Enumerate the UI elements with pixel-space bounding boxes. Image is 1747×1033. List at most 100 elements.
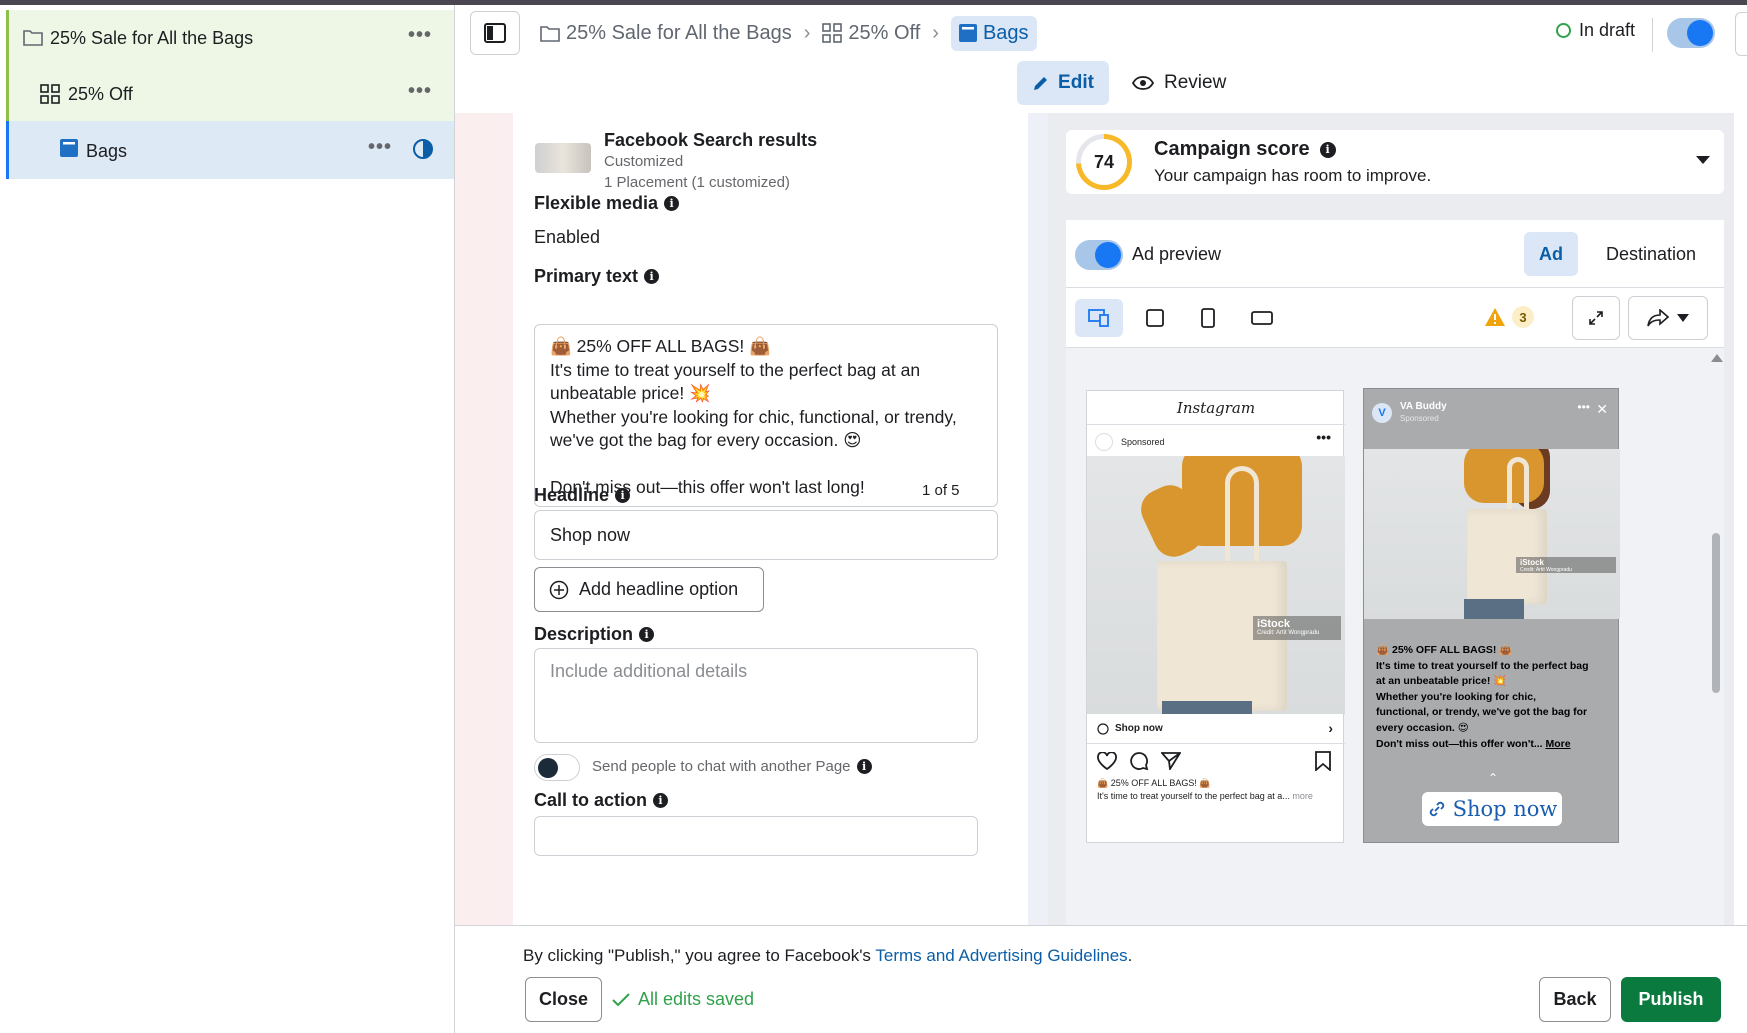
avatar	[1095, 433, 1113, 451]
sponsored-label: Sponsored	[1400, 414, 1439, 423]
chevron-down-icon[interactable]	[1696, 156, 1710, 164]
tab-review[interactable]: Review	[1132, 61, 1226, 105]
campaign-tree: 25% Sale for All the Bags ••• 25% Off ••…	[0, 5, 455, 1033]
tree-item-label: Bags	[86, 141, 128, 161]
ad-icon	[60, 139, 78, 157]
landscape-format-button[interactable]	[1238, 299, 1286, 337]
headline-label: Headline i	[534, 485, 631, 506]
messenger-icon	[1097, 722, 1109, 735]
story-shop-now-button[interactable]: Shop now	[1422, 792, 1562, 826]
warning-count: 3	[1512, 306, 1534, 328]
close-icon[interactable]: ✕	[1596, 401, 1608, 418]
info-icon[interactable]: i	[639, 627, 655, 642]
grid-icon	[822, 23, 843, 43]
breadcrumb-campaign[interactable]: 25% Sale for All the Bags	[540, 22, 792, 45]
send-icon[interactable]	[1161, 751, 1181, 771]
expand-button[interactable]	[1572, 296, 1620, 340]
close-button[interactable]: Close	[525, 977, 602, 1022]
tab-edit[interactable]: Edit	[1017, 61, 1109, 105]
sponsored-row: Sponsored	[1095, 433, 1165, 451]
ig-caption-title: 👜 25% OFF ALL BAGS! 👜	[1097, 778, 1211, 788]
tree-item-label: 25% Off	[68, 84, 133, 104]
score-title: Campaign score i	[1154, 138, 1336, 161]
page-name: VA Buddy	[1400, 401, 1447, 412]
footer-bar: By clicking "Publish," you agree to Face…	[455, 925, 1747, 1033]
preview-scrollbar[interactable]	[1708, 348, 1724, 925]
chevron-right-icon: ›	[803, 21, 811, 44]
flexible-media-label: Flexible media i	[534, 193, 680, 214]
terms-link[interactable]: Terms and Advertising Guidelines	[875, 946, 1127, 965]
sidebar-panel-icon	[484, 23, 506, 43]
ig-caption-body: It's time to treat yourself to the perfe…	[1097, 791, 1313, 801]
expand-icon	[1588, 310, 1604, 326]
campaign-score-card[interactable]: 74 Campaign score i Your campaign has roo…	[1066, 130, 1724, 194]
headline-input[interactable]: Shop now	[534, 510, 998, 560]
description-label: Description i	[534, 624, 655, 645]
plus-circle-icon	[549, 580, 569, 600]
story-preview[interactable]: V VA Buddy Sponsored ••• ✕ iStock Credit:…	[1363, 388, 1620, 843]
placement-count: 1 Placement (1 customized)	[604, 174, 790, 191]
draft-status: In draft	[1556, 20, 1635, 41]
more-options-icon[interactable]: •••	[1577, 400, 1590, 414]
add-headline-button[interactable]: Add headline option	[534, 567, 764, 612]
square-format-button[interactable]	[1131, 299, 1179, 337]
placement-title[interactable]: Facebook Search results	[604, 130, 817, 151]
more-options-icon[interactable]: •••	[1316, 429, 1331, 445]
share-button[interactable]	[1628, 296, 1708, 340]
more-options-icon[interactable]: •••	[368, 136, 392, 159]
description-input[interactable]: Include additional details	[534, 648, 978, 743]
tab-ad[interactable]: Ad	[1524, 232, 1578, 276]
watermark: iStock Credit: Artit Wongpradu	[1253, 616, 1341, 640]
warnings[interactable]: 3	[1484, 306, 1534, 328]
tree-item-adset[interactable]: 25% Off •••	[6, 66, 454, 122]
half-circle-icon[interactable]	[412, 138, 434, 160]
more-link[interactable]: More	[1546, 738, 1571, 750]
panel-toggle-button[interactable]	[470, 11, 520, 55]
breadcrumb-ad[interactable]: Bags	[950, 15, 1037, 51]
primary-text-input[interactable]: 👜 25% OFF ALL BAGS! 👜 It's time to treat…	[534, 324, 998, 507]
eye-icon	[1132, 76, 1154, 90]
landscape-icon	[1251, 311, 1273, 325]
check-icon	[612, 992, 630, 1007]
vertical-format-button[interactable]	[1184, 299, 1232, 337]
ad-preview-toggle[interactable]	[1075, 240, 1123, 270]
grid-icon	[40, 84, 60, 104]
info-icon[interactable]: i	[664, 196, 680, 211]
cta-label: Call to action i	[534, 790, 669, 811]
chat-label: Send people to chat with another Page i	[592, 758, 872, 775]
heart-icon[interactable]	[1097, 751, 1117, 771]
cta-select[interactable]	[534, 816, 978, 856]
info-icon[interactable]: i	[653, 793, 669, 808]
ad-preview-label: Ad preview	[1132, 244, 1222, 264]
scroll-thumb[interactable]	[1712, 533, 1720, 693]
phone-icon	[1201, 308, 1215, 328]
info-icon[interactable]: i	[615, 488, 631, 503]
watermark: iStock Credit: Artit Wongpradu	[1516, 557, 1616, 573]
info-icon[interactable]: i	[856, 759, 872, 774]
header-toggle[interactable]	[1667, 18, 1715, 48]
bookmark-icon[interactable]	[1315, 751, 1331, 771]
scroll-up-icon[interactable]	[1711, 354, 1723, 362]
warning-icon	[1484, 307, 1506, 327]
breadcrumb: 25% Sale for All the Bags › 25% Off › Ba…	[540, 14, 1037, 52]
ad-preview-panel: Ad preview Ad Destination 3 Instagram Sp…	[1066, 220, 1724, 925]
more-button-edge[interactable]	[1735, 12, 1747, 56]
tab-destination[interactable]: Destination	[1606, 244, 1696, 265]
placement-thumbnail	[535, 143, 591, 173]
back-button[interactable]: Back	[1539, 977, 1611, 1022]
more-options-icon[interactable]: •••	[408, 24, 432, 47]
chat-toggle[interactable]	[534, 754, 580, 781]
instagram-feed-preview[interactable]: Instagram Sponsored ••• iStock Credit: Ar…	[1086, 390, 1345, 843]
info-icon[interactable]: i	[1319, 141, 1336, 158]
info-icon[interactable]: i	[644, 269, 660, 284]
chevron-down-icon	[1677, 314, 1689, 322]
ig-shop-now-bar[interactable]: Shop now ›	[1087, 714, 1345, 744]
comment-icon[interactable]	[1129, 751, 1149, 771]
more-link[interactable]: more	[1292, 791, 1313, 801]
tree-item-campaign[interactable]: 25% Sale for All the Bags •••	[6, 10, 454, 66]
publish-button[interactable]: Publish	[1621, 977, 1721, 1022]
tree-item-ad[interactable]: Bags •••	[6, 121, 454, 179]
more-options-icon[interactable]: •••	[408, 80, 432, 103]
all-placements-button[interactable]	[1075, 299, 1123, 337]
breadcrumb-adset[interactable]: 25% Off	[822, 22, 920, 45]
